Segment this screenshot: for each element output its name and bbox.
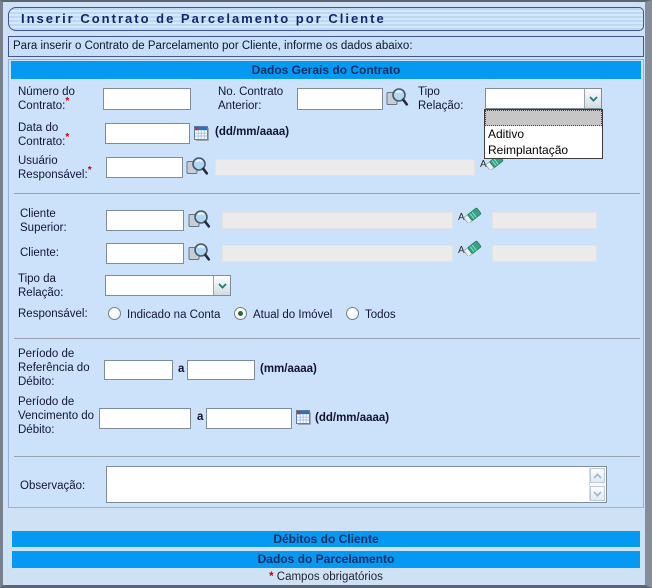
required-marker: * [88, 165, 92, 176]
usuario-responsavel-label: Usuário Responsável:* [18, 154, 108, 182]
search-icon[interactable] [186, 155, 209, 178]
radio-atual-do-imovel-label: Atual do Imóvel [253, 308, 332, 322]
contrato-anterior-input[interactable] [297, 88, 383, 110]
tipo-relacao-selected-value [486, 93, 489, 105]
range-separator: a [197, 411, 203, 423]
periodo-referencia-format-hint: (mm/aaaa) [260, 363, 317, 375]
tipo-da-relacao-selected-value [106, 280, 109, 292]
cliente-superior-label: Cliente Superior: [20, 207, 90, 235]
tipo-relacao-select[interactable] [485, 88, 602, 109]
section-header-debitos-do-cliente: Débitos do Cliente [12, 531, 640, 547]
required-marker: * [65, 132, 69, 143]
usuario-responsavel-input[interactable] [106, 157, 183, 178]
radio-indicado-na-conta-label: Indicado na Conta [127, 308, 220, 322]
responsavel-label: Responsável: [18, 307, 88, 321]
radio-todos-label: Todos [365, 308, 396, 322]
observacao-label: Observação: [20, 479, 85, 493]
data-contrato-input[interactable] [105, 123, 190, 144]
search-icon[interactable] [386, 86, 409, 109]
observacao-textarea[interactable] [106, 466, 607, 503]
clear-field-button[interactable]: A [458, 206, 483, 223]
section-divider [14, 456, 640, 457]
page-title-bar: Inserir Contrato de Parcelamento por Cli… [8, 7, 644, 31]
page-title: Inserir Contrato de Parcelamento por Cli… [9, 8, 643, 30]
section-divider [14, 338, 640, 339]
clear-field-button[interactable]: A [458, 239, 483, 256]
eraser-icon [463, 239, 483, 256]
periodo-referencia-fim-input[interactable] [187, 360, 255, 380]
cliente-superior-extra-display [492, 212, 597, 229]
eraser-icon [463, 206, 483, 223]
cliente-label: Cliente: [20, 246, 90, 260]
form-panel: Dados Gerais do Contrato Número do Contr… [8, 59, 644, 508]
periodo-vencimento-inicio-input[interactable] [99, 408, 191, 429]
dropdown-option-empty[interactable] [485, 110, 602, 126]
tipo-da-relacao-select[interactable] [105, 275, 231, 296]
calendar-icon[interactable] [296, 410, 311, 425]
section-divider [14, 193, 640, 194]
numero-contrato-label: Número do Contrato:* [18, 85, 102, 113]
tipo-relacao-label: Tipo Relação: [418, 85, 478, 113]
textarea-scrollbar[interactable] [589, 468, 605, 501]
required-note-text: Campos obrigatórios [277, 571, 383, 583]
search-icon[interactable] [188, 241, 211, 264]
section-header-dados-gerais: Dados Gerais do Contrato [11, 61, 641, 79]
data-contrato-label: Data do Contrato:* [18, 121, 102, 149]
dropdown-option-reimplantacao[interactable]: Reimplantação [485, 142, 602, 158]
scroll-down-button[interactable] [590, 486, 605, 501]
periodo-referencia-inicio-input[interactable] [104, 360, 173, 380]
cliente-name-display [222, 245, 453, 262]
required-fields-note: * Campos obrigatórios [0, 571, 652, 583]
radio-todos[interactable] [346, 307, 359, 320]
numero-contrato-input[interactable] [103, 88, 191, 110]
cliente-input[interactable] [106, 243, 184, 264]
radio-atual-do-imovel[interactable] [234, 307, 247, 320]
tipo-relacao-dropdown-list: Aditivo Reimplantação [484, 109, 603, 159]
chevron-down-icon[interactable] [584, 89, 601, 108]
required-marker: * [269, 571, 273, 583]
tipo-da-relacao-label: Tipo da Relação: [18, 272, 88, 300]
periodo-vencimento-label: Período de Vencimento do Débito: [18, 395, 98, 437]
scroll-up-button[interactable] [590, 468, 605, 483]
periodo-vencimento-format-hint: (dd/mm/aaaa) [315, 412, 389, 424]
calendar-icon[interactable] [194, 126, 209, 141]
periodo-vencimento-fim-input[interactable] [206, 408, 292, 429]
chevron-down-icon[interactable] [213, 276, 230, 295]
search-icon[interactable] [188, 208, 211, 231]
usuario-responsavel-name-display [215, 159, 475, 176]
cliente-extra-display [492, 245, 597, 262]
intro-text: Para inserir o Contrato de Parcelamento … [8, 36, 644, 57]
contrato-anterior-label: No. Contrato Anterior: [218, 85, 300, 113]
range-separator: a [178, 363, 184, 375]
periodo-referencia-label: Período de Referência do Débito: [18, 347, 104, 389]
dropdown-option-aditivo[interactable]: Aditivo [485, 126, 602, 142]
cliente-superior-input[interactable] [106, 210, 184, 231]
data-contrato-format-hint: (dd/mm/aaaa) [215, 126, 289, 138]
cliente-superior-name-display [222, 212, 453, 229]
section-header-dados-do-parcelamento: Dados do Parcelamento [12, 551, 640, 568]
required-marker: * [65, 96, 69, 107]
radio-indicado-na-conta[interactable] [108, 307, 121, 320]
